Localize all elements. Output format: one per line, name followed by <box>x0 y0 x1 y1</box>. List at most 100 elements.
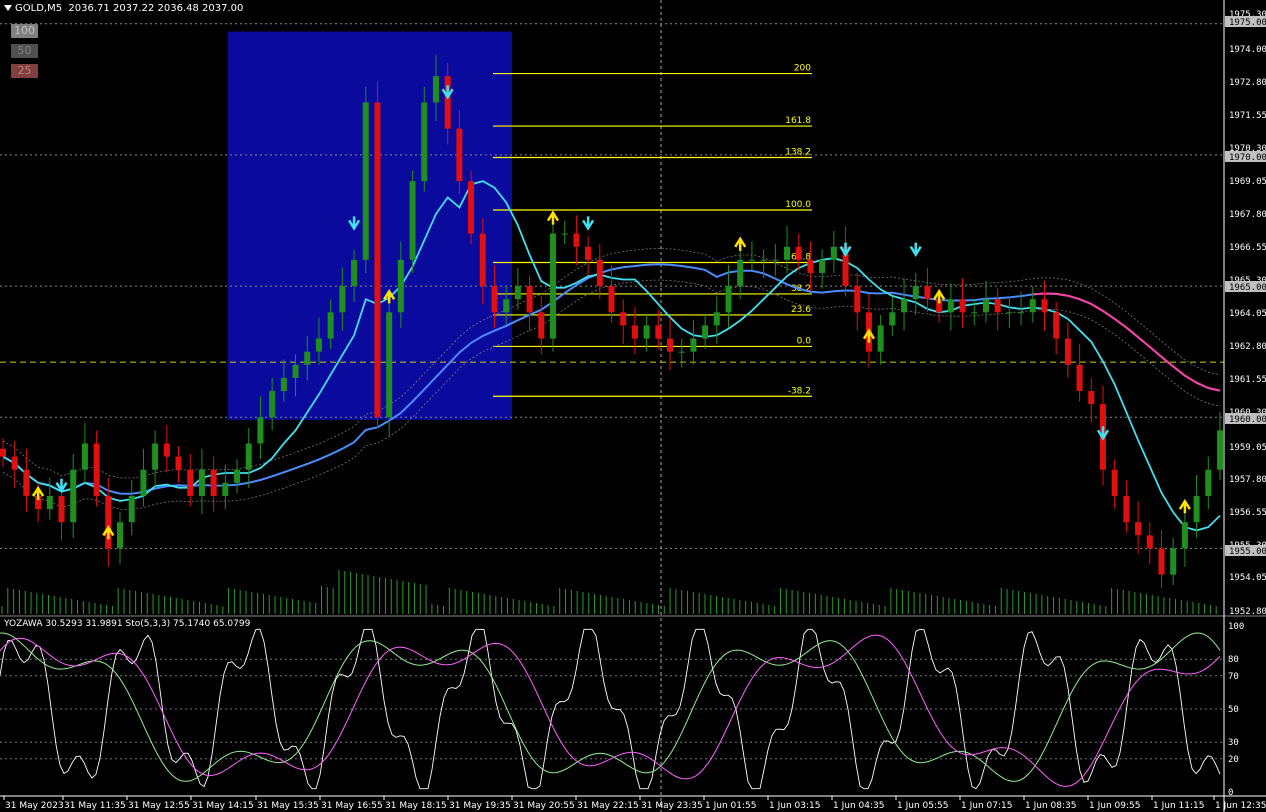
time-label: 1 Jun 08:35 <box>1025 801 1076 811</box>
price-tick: 1975.00 <box>1229 18 1266 28</box>
time-label: 31 May 20:55 <box>513 801 575 811</box>
oscillator-tick: 30 <box>1228 738 1239 748</box>
candle-body <box>1170 548 1177 575</box>
price-tick: 1960.00 <box>1229 415 1266 425</box>
candle-body <box>971 312 978 314</box>
candle-body <box>1158 548 1165 575</box>
up-arrow-icon <box>734 236 747 251</box>
candle-body <box>81 443 88 470</box>
candle-body <box>222 482 229 496</box>
time-label: 1 Jun 05:55 <box>897 801 948 811</box>
candle-body <box>760 259 767 261</box>
candle-body <box>608 286 615 313</box>
candle-body <box>912 286 919 300</box>
candle-body <box>1018 312 1025 314</box>
up-arrow-icon <box>102 525 115 540</box>
time-label: 1 Jun 03:15 <box>769 801 820 811</box>
price-tick: 1961.55 <box>1229 375 1266 385</box>
down-arrow-icon <box>1096 426 1110 441</box>
candle-body <box>374 102 381 418</box>
candle-body <box>678 351 685 353</box>
price-tick: 1952.80 <box>1229 607 1266 617</box>
candle-body <box>784 246 791 260</box>
fib-label: 100.0 <box>785 200 811 210</box>
candle-body <box>1041 299 1048 313</box>
candle-body <box>105 495 112 549</box>
candle-body <box>1111 469 1118 496</box>
time-label: 31 May 18:15 <box>385 801 447 811</box>
candle-body <box>269 391 276 418</box>
time-label: 31 May 19:35 <box>449 801 511 811</box>
candle-body <box>1135 522 1142 536</box>
candle-body <box>772 259 779 261</box>
candle-body <box>1181 522 1188 549</box>
candle-body <box>748 259 755 261</box>
time-label: 31 May 11:35 <box>64 801 126 811</box>
time-label: 1 Jun 01:55 <box>705 801 756 811</box>
moving-averages <box>2 180 1221 532</box>
candle-body <box>468 181 475 234</box>
oscillator-tick: 50 <box>1228 705 1239 715</box>
candle-body <box>245 443 252 470</box>
candle-body <box>304 351 311 365</box>
price-tick: 1964.05 <box>1229 309 1266 319</box>
candle-body <box>210 469 217 496</box>
candle-body <box>889 312 896 326</box>
time-label: 1 Jun 07:15 <box>961 801 1012 811</box>
button-100[interactable]: 100 <box>11 24 38 38</box>
up-arrow-icon <box>933 288 946 304</box>
candle-body <box>421 102 428 182</box>
candle-body <box>549 233 556 339</box>
price-tick: 1957.80 <box>1229 475 1266 485</box>
oscillator-panel: 10080705030200 <box>0 615 1266 798</box>
price-tick: 1959.05 <box>1229 443 1266 453</box>
indicator-header: YOZAWA 30.5293 31.9891 Sto(5,3,3) 75.174… <box>4 619 251 629</box>
candle-body <box>339 286 346 313</box>
candle-body <box>1006 312 1013 314</box>
candle-body <box>690 338 697 352</box>
candle-body <box>819 259 826 273</box>
price-tick: 1971.55 <box>1229 111 1266 121</box>
button-25[interactable]: 25 <box>11 64 38 78</box>
time-label: 31 May 15:35 <box>257 801 319 811</box>
candle-body <box>526 286 533 313</box>
candle-body <box>643 325 650 339</box>
candle-body <box>667 338 674 352</box>
candle-body <box>994 299 1001 313</box>
candle-body <box>1064 338 1071 365</box>
candle-body <box>93 443 100 496</box>
candle-body <box>725 286 732 313</box>
candle-body <box>1193 495 1200 523</box>
dropdown-triangle-icon[interactable] <box>4 5 12 11</box>
volume-bars <box>1 570 1217 614</box>
candle-body <box>924 286 931 300</box>
candle-body <box>1205 469 1212 496</box>
candle-body <box>737 259 744 287</box>
candle-body <box>362 102 369 260</box>
time-label: 1 Jun 04:35 <box>833 801 884 811</box>
candle-body <box>1146 535 1153 549</box>
candle-body <box>1088 391 1095 405</box>
price-tick: 1972.80 <box>1229 78 1266 88</box>
candle-body <box>0 448 6 457</box>
candle-body <box>1053 312 1060 339</box>
oscillator-tick: 20 <box>1228 755 1239 765</box>
button-50[interactable]: 50 <box>11 44 38 58</box>
candle-body <box>585 246 592 260</box>
down-arrow-icon <box>839 242 852 257</box>
candle-body <box>128 495 135 523</box>
candle-body <box>163 443 170 457</box>
candle-body <box>1029 299 1036 313</box>
fib-label: 23.6 <box>791 305 811 315</box>
candle-body <box>479 233 486 287</box>
time-label: 31 May 12:55 <box>128 801 190 811</box>
candle-body <box>561 233 568 235</box>
candle-body <box>234 469 241 483</box>
candle-body <box>456 128 463 182</box>
candle-body <box>620 312 627 326</box>
axes: 1975.301975.001974.001972.801971.551970.… <box>0 0 1266 812</box>
fib-label: 138.2 <box>785 148 811 158</box>
down-arrow-icon <box>582 216 595 231</box>
time-label: 31 May 2023 <box>5 801 64 811</box>
candle-body <box>573 233 580 247</box>
